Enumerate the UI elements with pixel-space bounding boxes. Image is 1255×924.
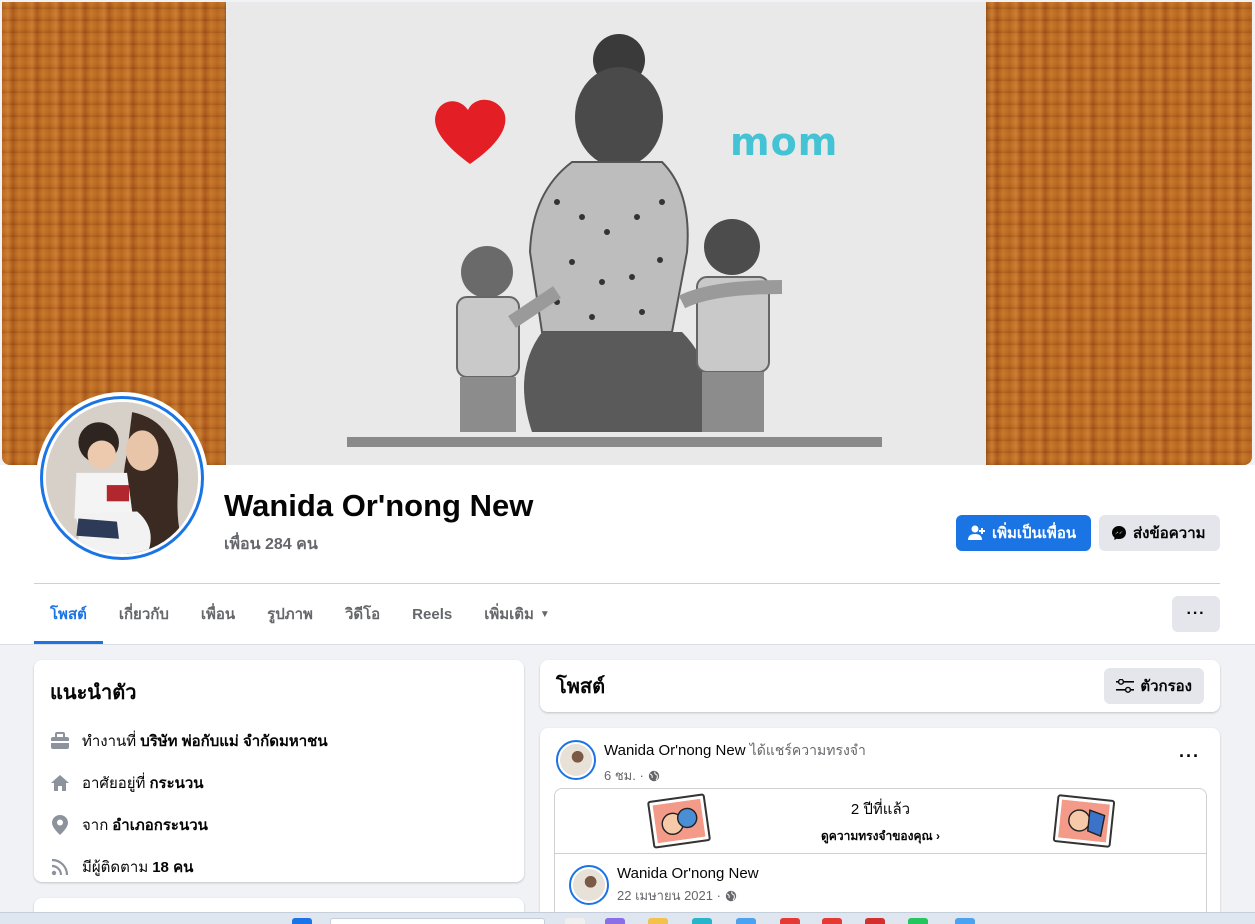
post-options-button[interactable]: ··· — [1179, 746, 1200, 767]
memory-link-label: ดูความทรงจำของคุณ — [821, 828, 933, 843]
chrome-icon[interactable] — [822, 918, 842, 924]
post-author-avatar[interactable] — [556, 740, 596, 780]
task-view-icon[interactable] — [565, 918, 585, 924]
profile-tabs: โพสต์ เกี่ยวกับ เพื่อน รูปภาพ วิดีโอ Ree… — [34, 584, 566, 644]
profile-avatar[interactable] — [36, 392, 208, 564]
intro-lives: อาศัยอยู่ที่ กระนวน — [50, 762, 508, 804]
memory-link[interactable]: ดูความทรงจำของคุณ › — [821, 827, 940, 846]
memory-banner[interactable]: 2 ปีที่แล้ว ดูความทรงจำของคุณ › — [555, 789, 1206, 854]
memory-card: 2 ปีที่แล้ว ดูความทรงจำของคุณ › Wanida O… — [554, 788, 1207, 924]
cover-sketch-mother-children — [347, 34, 882, 447]
story-ring — [40, 396, 204, 560]
messenger-icon — [1112, 526, 1126, 540]
tab-label: เพิ่มเติม — [484, 606, 534, 623]
send-message-button[interactable]: ส่งข้อความ — [1099, 515, 1220, 551]
avatar-image — [560, 744, 592, 776]
post-card: Wanida Or'nong New ได้แชร์ความทรงจำ 6 ชม… — [540, 728, 1220, 924]
app-icon[interactable] — [605, 918, 625, 924]
profile-name: Wanida Or'nong New — [224, 488, 534, 523]
intro-followers: มีผู้ติดตาม 18 คน — [50, 846, 508, 888]
app-icon[interactable] — [780, 918, 800, 924]
os-taskbar — [0, 912, 1255, 924]
memory-title: 2 ปีที่แล้ว — [850, 800, 911, 818]
tab-posts[interactable]: โพสต์ — [34, 584, 103, 644]
post-action-text: ได้แชร์ความทรงจำ — [749, 742, 866, 758]
globe-icon — [725, 890, 737, 901]
chevron-right-icon: › — [935, 828, 940, 843]
add-friend-button[interactable]: เพิ่มเป็นเพื่อน — [956, 515, 1091, 551]
posts-title: โพสต์ — [556, 676, 606, 698]
profile-picture — [46, 402, 198, 554]
tab-photos[interactable]: รูปภาพ — [251, 584, 329, 644]
tab-label: เกี่ยวกับ — [118, 606, 169, 623]
profile-more-options-button[interactable]: ··· — [1172, 596, 1220, 632]
tab-label: รูปภาพ — [267, 606, 313, 623]
shared-post-header: Wanida Or'nong New 22 เมษายน 2021 · — [569, 865, 759, 906]
line-icon[interactable] — [908, 918, 928, 924]
add-friend-label: เพิ่มเป็นเพื่อน — [992, 525, 1077, 542]
intro-work-value[interactable]: บริษัท พ่อกับแม่ จำกัดมหาชน — [140, 729, 327, 753]
app-icon[interactable] — [955, 918, 975, 924]
tab-friends[interactable]: เพื่อน — [185, 584, 251, 644]
intro-work: ทำงานที่ บริษัท พ่อกับแม่ จำกัดมหาชน — [50, 720, 508, 762]
memory-photo-right — [1052, 794, 1116, 848]
post-timestamp[interactable]: 6 ชม. · — [604, 765, 644, 786]
globe-icon — [648, 770, 659, 781]
tab-label: เพื่อน — [200, 606, 236, 623]
post-header: Wanida Or'nong New ได้แชร์ความทรงจำ 6 ชม… — [556, 740, 866, 786]
home-icon — [50, 773, 70, 793]
intro-card: แนะนำตัว ทำงานที่ บริษัท พ่อกับแม่ จำกัดม… — [34, 660, 524, 882]
friends-count-link[interactable]: เพื่อน 284 คน — [224, 532, 318, 557]
intro-from-prefix: จาก — [82, 817, 109, 834]
intro-followers-prefix: มีผู้ติดตาม — [82, 859, 149, 876]
intro-title: แนะนำตัว — [50, 682, 137, 704]
taskbar-search-box[interactable] — [330, 918, 545, 924]
avatar-image — [573, 869, 605, 901]
memory-photo-left — [646, 793, 712, 849]
edge-icon[interactable] — [692, 918, 712, 924]
rss-icon — [50, 857, 70, 877]
caret-down-icon: ▼ — [539, 608, 550, 620]
cover-photo[interactable]: mom — [2, 2, 1252, 465]
store-icon[interactable] — [736, 918, 756, 924]
file-explorer-icon[interactable] — [648, 918, 668, 924]
intro-work-prefix: ทำงานที่ — [82, 733, 137, 750]
intro-from-value[interactable]: อำเภอกระนวน — [112, 813, 208, 837]
intro-lives-prefix: อาศัยอยู่ที่ — [82, 775, 146, 792]
tab-label: วิดีโอ — [344, 606, 381, 623]
intro-lives-value[interactable]: กระนวน — [149, 771, 203, 795]
intro-followers-value[interactable]: 18 คน — [152, 855, 193, 879]
tab-reels[interactable]: Reels — [396, 584, 468, 644]
shared-post-author[interactable]: Wanida Or'nong New — [617, 865, 759, 882]
shared-post-date[interactable]: 22 เมษายน 2021 · — [617, 885, 721, 906]
person-plus-icon — [968, 525, 985, 540]
start-icon[interactable] — [292, 918, 312, 924]
tab-label: Reels — [412, 605, 453, 623]
posts-header-card: โพสต์ ตัวกรอง — [540, 660, 1220, 712]
shared-post-avatar[interactable] — [569, 865, 609, 905]
intro-from: จาก อำเภอกระนวน — [50, 804, 508, 846]
tab-videos[interactable]: วิดีโอ — [329, 584, 396, 644]
map-pin-icon — [50, 815, 70, 835]
filter-label: ตัวกรอง — [1140, 678, 1192, 695]
app-icon[interactable] — [865, 918, 885, 924]
tab-about[interactable]: เกี่ยวกับ — [103, 584, 185, 644]
post-author-name[interactable]: Wanida Or'nong New — [604, 742, 746, 759]
tab-label: โพสต์ — [50, 606, 87, 623]
filter-button[interactable]: ตัวกรอง — [1104, 668, 1204, 704]
send-message-label: ส่งข้อความ — [1133, 525, 1206, 542]
briefcase-icon — [50, 731, 70, 751]
sliders-icon — [1116, 679, 1135, 693]
tab-more[interactable]: เพิ่มเติม ▼ — [468, 584, 566, 644]
